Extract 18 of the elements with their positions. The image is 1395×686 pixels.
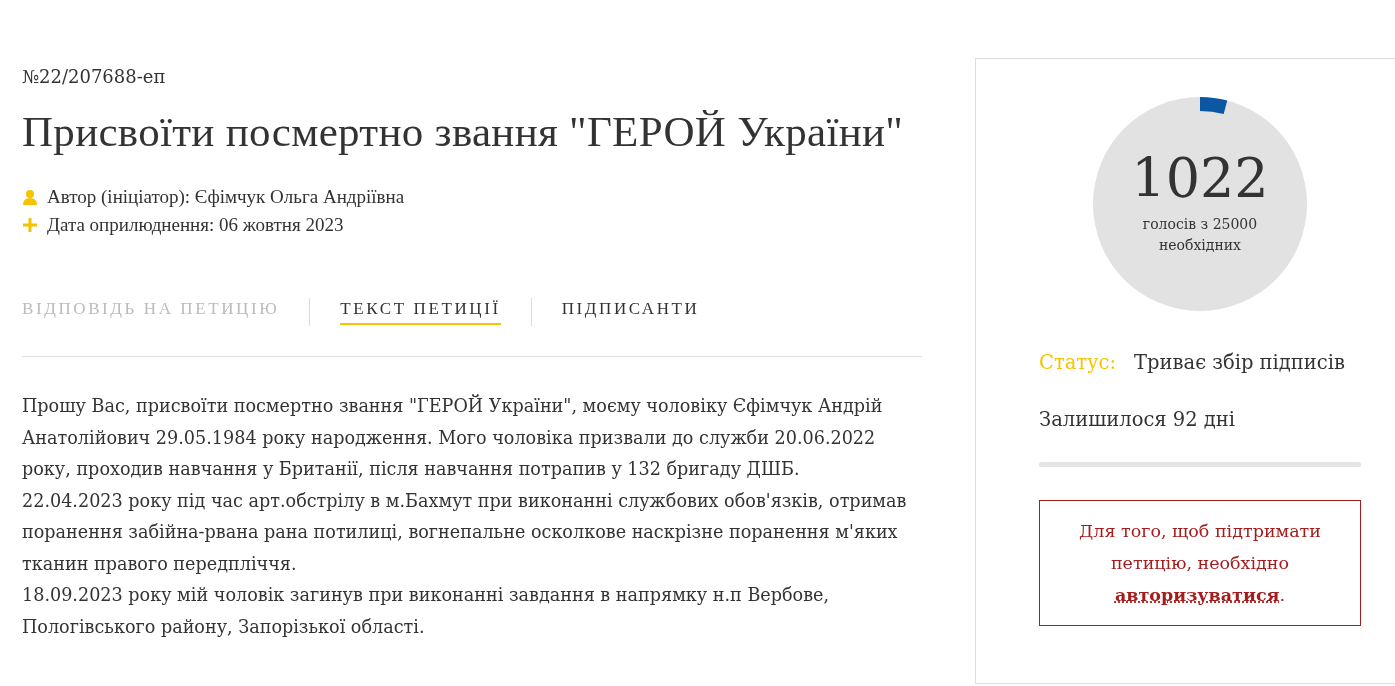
author-text: Автор (ініціатор): Єфімчук Ольга Андріївна — [47, 186, 405, 208]
petition-title: Присвоїти посмертно звання "ГЕРОЙ України" — [22, 107, 905, 156]
petition-number: №22/207688-еп — [22, 66, 166, 87]
vote-caption: голосів з 25000 необхідних — [1141, 215, 1259, 255]
petition-paragraph: 22.04.2023 року під час арт.обстрілу в м.Бахмут при виконанні службових обов'язків, отримав поранення забійна-рвана рана потилиці, вогнепальне осколкове наскрізне поранення м'яких тканин правого передпліччя. — [22, 489, 908, 576]
auth-notice: Для того, щоб підтримати петицію, необхідно авторизуватися. — [1039, 500, 1361, 626]
plus-icon — [22, 217, 38, 233]
login-link[interactable]: авторизуватися — [1114, 585, 1280, 605]
status-text: Триває збір підписів — [1134, 351, 1345, 374]
petition-paragraph: Прошу Вас, присвоїти посмертно звання "ГЕРОЙ України", моєму чоловіку Єфімчук Андрій Анатолійович 29.05.1984 року народження. Мого чоловіка призвали до служби 20.06.2022 року, проходив навчання у Британії, після навчання потрапив у 132 бригаду ДШБ. — [22, 393, 884, 481]
person-icon — [22, 189, 38, 205]
tab[interactable]: ПІДПИСАНТИ — [561, 299, 700, 325]
date-text: Дата оприлюднення: 06 жовтня 2023 — [47, 214, 344, 236]
days-left: Залишилося 92 дні — [1039, 408, 1236, 431]
vote-count: 1022 — [1131, 152, 1269, 206]
tab[interactable]: ТЕКСТ ПЕТИЦІЇ — [340, 299, 501, 325]
status-label: Статус: — [1039, 351, 1117, 374]
petition-paragraph: 18.09.2023 року мій чоловік загинув при виконанні завдання в напрямку н.п Вербове, Пологівського району, Запорізької області. — [22, 584, 831, 639]
